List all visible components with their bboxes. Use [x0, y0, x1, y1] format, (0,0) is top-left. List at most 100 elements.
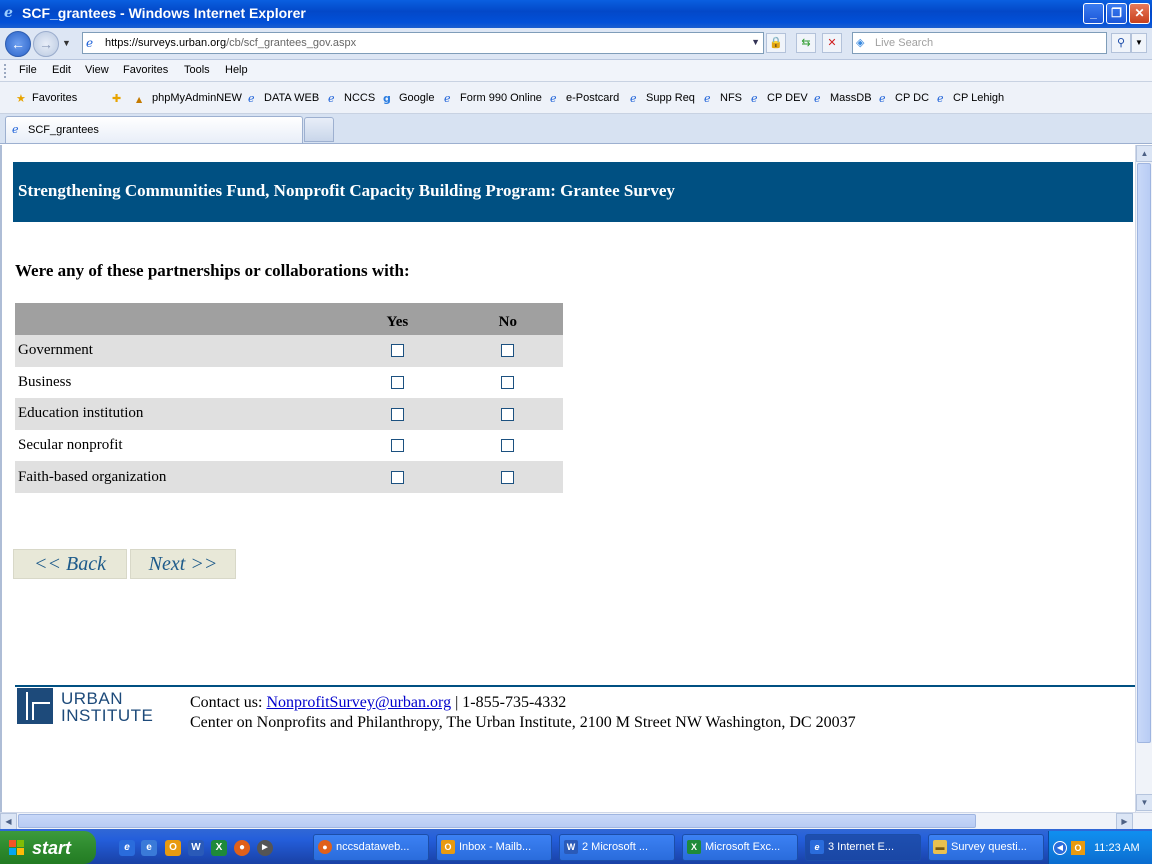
- favorites-button[interactable]: ★ Favorites: [16, 92, 77, 105]
- ie-page-icon: e: [550, 92, 557, 105]
- next-button[interactable]: Next >>: [130, 549, 236, 579]
- horizontal-scroll-thumb[interactable]: [18, 814, 976, 828]
- government-yes-checkbox[interactable]: [390, 344, 404, 358]
- fav-phpmyadmin[interactable]: ▲ phpMyAdminNEW: [136, 92, 242, 106]
- horizontal-scrollbar[interactable]: ◀ ▶: [0, 812, 1152, 830]
- fav-form-990[interactable]: e Form 990 Online: [444, 92, 542, 105]
- fav-supp-req[interactable]: e Supp Req: [630, 92, 695, 105]
- forward-nav-button[interactable]: →: [33, 31, 59, 57]
- menu-bar: File Edit View Favorites Tools Help: [0, 60, 1152, 82]
- footer-divider: [15, 685, 1135, 687]
- survey-title: Strengthening Communities Fund, Nonprofi…: [18, 181, 675, 200]
- pma-icon: ▲: [136, 95, 143, 104]
- education-yes-checkbox[interactable]: [390, 407, 404, 421]
- quicklaunch-ie-icon[interactable]: e: [119, 840, 135, 856]
- task-internet-explorer[interactable]: e3 Internet E...: [805, 834, 921, 861]
- table-row: Secular nonprofit: [15, 430, 563, 462]
- add-favorite-icon: ✚: [112, 92, 122, 105]
- faith-no-checkbox[interactable]: [501, 470, 515, 484]
- task-outlook[interactable]: O Inbox - Mailb...: [436, 834, 552, 861]
- survey-banner: Strengthening Communities Fund, Nonprofi…: [13, 162, 1133, 222]
- menu-tools[interactable]: Tools: [184, 64, 210, 76]
- window-title: SCF_grantees - Windows Internet Explorer: [22, 5, 306, 21]
- word-icon: W: [564, 840, 578, 854]
- question-text: Were any of these partnerships or collab…: [15, 261, 410, 280]
- grid-header-no: No: [452, 303, 563, 335]
- folder-icon: ▬: [933, 840, 947, 854]
- address-dropdown-icon[interactable]: ▼: [751, 37, 760, 47]
- back-button[interactable]: << Back: [13, 549, 127, 579]
- menu-favorites[interactable]: Favorites: [123, 64, 168, 76]
- recent-pages-dropdown[interactable]: ▼: [62, 38, 71, 48]
- menu-file[interactable]: File: [19, 64, 37, 76]
- quicklaunch-firefox-icon[interactable]: ●: [234, 840, 250, 856]
- fav-nccs[interactable]: e NCCS: [328, 92, 375, 105]
- secular-yes-checkbox[interactable]: [390, 439, 404, 453]
- stop-icon[interactable]: ✕: [822, 33, 842, 53]
- scroll-up-icon[interactable]: ▲: [1136, 145, 1152, 162]
- quicklaunch-outlook-icon[interactable]: O: [165, 840, 181, 856]
- ie-page-icon: e: [630, 92, 637, 105]
- fav-cp-dev[interactable]: e CP DEV: [751, 92, 808, 105]
- quicklaunch-ie2-icon[interactable]: e: [141, 840, 157, 856]
- vertical-scrollbar[interactable]: ▲ ▼: [1135, 145, 1152, 812]
- minimize-button[interactable]: _: [1083, 3, 1104, 24]
- quicklaunch-media-icon[interactable]: ►: [257, 840, 273, 856]
- search-options-icon[interactable]: ▼: [1131, 33, 1147, 53]
- contact-email-link[interactable]: NonprofitSurvey@urban.org: [266, 694, 451, 711]
- scroll-right-icon[interactable]: ▶: [1116, 813, 1133, 830]
- tray-expand-icon[interactable]: ◀: [1053, 841, 1067, 855]
- back-nav-button[interactable]: ←: [5, 31, 31, 57]
- task-firefox[interactable]: ● nccsdataweb...: [313, 834, 429, 861]
- contact-info: Contact us: NonprofitSurvey@urban.org | …: [190, 693, 856, 733]
- start-button[interactable]: start: [0, 831, 96, 864]
- vertical-scroll-thumb[interactable]: [1137, 163, 1151, 743]
- search-icon[interactable]: ⚲: [1111, 33, 1131, 53]
- fav-e-postcard[interactable]: e e-Postcard: [550, 92, 619, 105]
- refresh-icon[interactable]: ⇆: [796, 33, 816, 53]
- business-no-checkbox[interactable]: [501, 375, 515, 389]
- quicklaunch-word-icon[interactable]: W: [188, 840, 204, 856]
- tab-scf-grantees[interactable]: e SCF_grantees: [5, 116, 303, 143]
- address-bar[interactable]: e https://surveys.urban.org/cb/scf_grant…: [82, 32, 764, 54]
- ie-page-icon: e: [328, 92, 335, 105]
- task-word[interactable]: W2 Microsoft ...: [559, 834, 675, 861]
- education-no-checkbox[interactable]: [501, 407, 515, 421]
- lock-icon[interactable]: 🔒: [766, 33, 786, 53]
- fav-data-web[interactable]: e DATA WEB: [248, 92, 319, 105]
- menu-view[interactable]: View: [85, 64, 109, 76]
- fav-cp-dc[interactable]: e CP DC: [879, 92, 929, 105]
- fav-massdb[interactable]: e MassDB: [814, 92, 872, 105]
- fav-google[interactable]: g Google: [383, 92, 434, 105]
- quicklaunch-excel-icon[interactable]: X: [211, 840, 227, 856]
- faith-yes-checkbox[interactable]: [390, 470, 404, 484]
- task-survey-folder[interactable]: ▬ Survey questi...: [928, 834, 1044, 861]
- url-text: https://surveys.urban.org/cb/scf_grantee…: [105, 37, 357, 49]
- fav-nfs[interactable]: e NFS: [704, 92, 742, 105]
- menu-edit[interactable]: Edit: [52, 64, 71, 76]
- scroll-left-icon[interactable]: ◀: [0, 813, 17, 830]
- excel-icon: X: [687, 840, 701, 854]
- restore-button[interactable]: ❐: [1106, 3, 1127, 24]
- page-content: Strengthening Communities Fund, Nonprofi…: [0, 145, 1135, 812]
- tray-outlook-icon[interactable]: O: [1071, 841, 1085, 855]
- contact-phone: | 1-855-735-4332: [455, 694, 567, 711]
- search-input[interactable]: ◈ Live Search: [852, 32, 1107, 54]
- grid-header-row: Yes No: [15, 303, 563, 335]
- title-bar: e SCF_grantees - Windows Internet Explor…: [0, 0, 1152, 28]
- fav-cp-lehigh[interactable]: e CP Lehigh: [937, 92, 1004, 105]
- government-no-checkbox[interactable]: [501, 344, 515, 358]
- task-excel[interactable]: X Microsoft Exc...: [682, 834, 798, 861]
- table-row: Education institution: [15, 398, 563, 430]
- new-tab-button[interactable]: [304, 117, 334, 142]
- logo-text: URBAN INSTITUTE: [61, 689, 154, 725]
- close-button[interactable]: ✕: [1129, 3, 1150, 24]
- add-favorite-button[interactable]: ✚: [112, 92, 128, 105]
- scroll-down-icon[interactable]: ▼: [1136, 794, 1152, 811]
- row-label: Secular nonprofit: [18, 437, 123, 454]
- ie-page-icon: e: [444, 92, 451, 105]
- business-yes-checkbox[interactable]: [390, 375, 404, 389]
- secular-no-checkbox[interactable]: [501, 439, 515, 453]
- favorites-bar: ★ Favorites ✚ ▲ phpMyAdminNEW e DATA WEB eN…: [0, 82, 1152, 114]
- menu-help[interactable]: Help: [225, 64, 248, 76]
